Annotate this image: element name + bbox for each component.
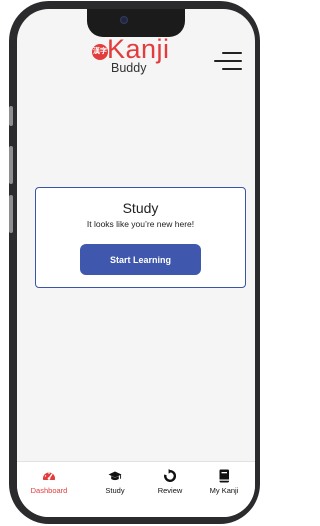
nav-item-dashboard[interactable]: Dashboard [22,469,76,503]
nav-label-dashboard: Dashboard [30,486,68,495]
nav-item-my-kanji[interactable]: My Kanji [197,469,251,503]
app-screen: 漢字 Kanji Buddy Study It looks like you’r… [17,9,255,517]
logo-title: Kanji [107,34,170,64]
phone-volume-down-button [9,195,13,233]
card-subtitle: It looks like you’re new here! [86,219,195,229]
nav-label-study: Study [105,486,125,495]
graduation-cap-icon [108,471,122,481]
book-icon [219,469,229,483]
study-card: Study It looks like you’re new here! Sta… [35,187,246,288]
logo-badge-icon: 漢字 [92,44,108,60]
phone-volume-up-button [9,146,13,184]
kanji-buddy-logo[interactable]: 漢字 Kanji Buddy [92,32,202,80]
front-camera [120,16,128,24]
phone-mute-switch [9,106,13,126]
menu-line-top [222,52,242,54]
nav-label-my-kanji: My Kanji [209,486,239,495]
gauge-icon [43,472,55,480]
hamburger-menu-button[interactable] [214,52,242,74]
menu-line-middle [214,60,242,62]
start-learning-button[interactable]: Start Learning [80,244,201,275]
refresh-icon [164,469,176,482]
nav-item-study[interactable]: Study [88,469,142,503]
logo-subtitle: Buddy [111,61,147,75]
nav-label-review: Review [157,486,183,495]
card-title: Study [122,200,159,216]
menu-line-bottom [222,68,242,70]
nav-item-review[interactable]: Review [143,469,197,503]
bottom-navigation: Dashboard Study Review My Kanji [17,461,255,517]
